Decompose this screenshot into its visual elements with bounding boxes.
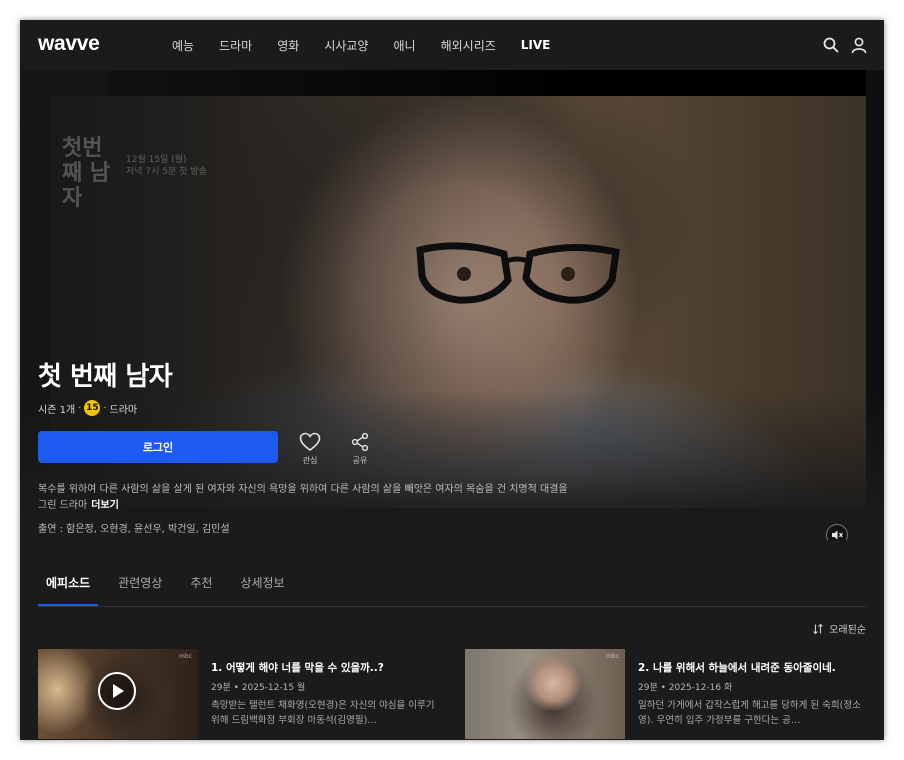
show-meta: 시즌 1개 · 15 · 드라마	[38, 400, 137, 416]
episode-card-1[interactable]: mbc 1. 어떻게 해야 너를 막을 수 있을까..? 29분 • 2025-…	[38, 649, 438, 740]
tab-recommended[interactable]: 추천	[182, 560, 220, 606]
episode-thumbnail[interactable]: mbc	[38, 649, 198, 739]
heart-icon	[299, 432, 321, 451]
episode-thumbnail[interactable]: mbc	[465, 649, 625, 739]
episode-meta: 29분 • 2025-12-15 월	[211, 680, 305, 693]
mute-button[interactable]	[826, 524, 848, 540]
watermark-time-line: 저녁 7시 5분 첫 방송	[126, 167, 207, 177]
hero-watermark-date: 12월 15일 (월) 저녁 7시 5분 첫 방송	[126, 154, 207, 178]
channel-badge: mbc	[606, 653, 619, 660]
tab-episodes[interactable]: 에피소드	[38, 560, 99, 606]
episode-duration: 29분	[211, 683, 231, 693]
nav-item-current-affairs[interactable]: 시사교양	[324, 37, 368, 54]
login-button[interactable]: 로그인	[38, 431, 278, 463]
meta-separator: •	[233, 683, 242, 693]
nav-item-live[interactable]: LIVE	[521, 38, 551, 52]
hero-watermark-title: 첫번째 남자	[62, 135, 111, 211]
top-navigation-bar: wavve 예능 드라마 영화 시사교양 애니 해외시리즈 LIVE	[20, 20, 884, 70]
nav-item-variety[interactable]: 예능	[172, 37, 194, 54]
like-label: 관심	[302, 456, 318, 465]
genre-label: 드라마	[109, 404, 138, 416]
tab-related-videos[interactable]: 관련영상	[110, 560, 170, 606]
episode-meta: 29분 • 2025-12-16 화	[638, 680, 732, 693]
episode-card-2[interactable]: mbc 2. 나를 위해서 하늘에서 내려준 동아줄이네. 29분 • 2025…	[465, 649, 865, 740]
sort-toggle[interactable]: 오래된순	[812, 621, 866, 636]
episode-description: 일하던 가게에서 갑작스럽게 해고를 당하게 된 숙희(정소영). 우연히 입주…	[638, 700, 861, 726]
play-button[interactable]	[98, 672, 136, 710]
show-title: 첫 번째 남자	[38, 362, 173, 392]
share-label: 공유	[352, 456, 368, 465]
main-nav: 예능 드라마 영화 시사교양 애니 해외시리즈 LIVE	[172, 20, 575, 70]
share-icon	[351, 432, 369, 452]
play-icon	[113, 684, 124, 698]
age-rating-badge: 15	[84, 400, 101, 416]
mute-icon	[832, 530, 843, 540]
nav-item-foreign-series[interactable]: 해외시리즈	[441, 37, 496, 54]
content-tabs: 에피소드 관련영상 추천 상세정보	[38, 560, 866, 607]
nav-item-movie[interactable]: 영화	[277, 37, 299, 54]
cast-list: 출연 : 함은정, 오현경, 윤선우, 박건일, 김민설	[38, 524, 230, 535]
meta-separator: •	[660, 683, 669, 693]
nav-item-animation[interactable]: 애니	[393, 37, 415, 54]
meta-separator: ·	[78, 402, 82, 414]
app-window: wavve 예능 드라마 영화 시사교양 애니 해외시리즈 LIVE 첫번째 남…	[20, 20, 884, 740]
hero-gradient-bottom	[20, 390, 884, 540]
episode-title: 2. 나를 위해서 하늘에서 내려준 동아줄이네.	[638, 662, 836, 674]
user-icon[interactable]	[850, 36, 868, 54]
share-button[interactable]: 공유	[340, 432, 380, 466]
sort-label: 오래된순	[829, 625, 866, 636]
nav-item-drama[interactable]: 드라마	[219, 37, 252, 54]
episode-title: 1. 어떻게 해야 너를 막을 수 있을까..?	[211, 662, 384, 674]
hero-banner: 첫번째 남자 12월 15일 (월) 저녁 7시 5분 첫 방송 첫 번째 남자…	[20, 70, 884, 540]
meta-separator: ·	[103, 402, 107, 414]
channel-badge: mbc	[179, 653, 192, 660]
like-button[interactable]: 관심	[290, 432, 330, 466]
wavve-logo[interactable]: wavve	[38, 32, 100, 56]
more-link[interactable]: 더보기	[91, 500, 119, 511]
season-count: 시즌 1개	[38, 404, 76, 416]
tab-details[interactable]: 상세정보	[232, 560, 292, 606]
episode-duration: 29분	[638, 683, 658, 693]
episode-date: 2025-12-16 화	[668, 683, 733, 693]
watermark-date-line: 12월 15일 (월)	[126, 155, 187, 165]
episode-date: 2025-12-15 월	[241, 683, 306, 693]
episode-description: 촉망받는 탤런트 채화영(오현경)은 자신의 야심을 이루기 위해 드림백화점 …	[211, 700, 435, 726]
search-icon[interactable]	[822, 36, 840, 54]
show-description: 복수를 위하여 다른 사람의 삶을 살게 된 여자와 자신의 욕망을 위하여 다…	[38, 482, 568, 514]
sort-icon	[813, 623, 824, 634]
